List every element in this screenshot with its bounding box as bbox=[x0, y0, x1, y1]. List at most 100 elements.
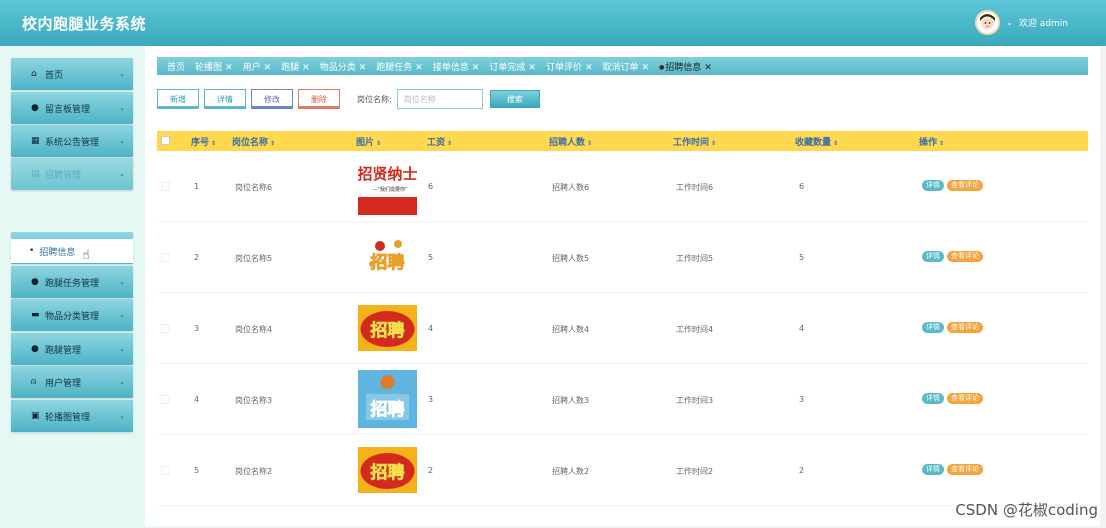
tab-5[interactable]: 物品分类 ✕ bbox=[320, 60, 367, 73]
sort-icon[interactable]: ⇕ bbox=[587, 140, 592, 147]
search-button[interactable]: 搜索 bbox=[489, 90, 540, 108]
sidebar-item-8[interactable]: ● 跑腿管理 ⌄ bbox=[11, 333, 133, 365]
sidebar-item-3[interactable]: ▦ 系统公告管理 ⌄ bbox=[11, 125, 133, 157]
sidebar-item-2[interactable]: ● 留言板管理 ⌄ bbox=[11, 92, 133, 124]
close-icon[interactable]: ✕ bbox=[302, 63, 310, 73]
sort-icon[interactable]: ⇕ bbox=[270, 140, 275, 147]
view-reviews-button[interactable]: 查看评论 bbox=[947, 180, 983, 191]
close-icon[interactable]: ✕ bbox=[642, 63, 650, 73]
column-header[interactable]: 序号 ⇕ bbox=[191, 135, 216, 148]
scrollbar[interactable] bbox=[1100, 46, 1106, 528]
cell-image[interactable]: 招聘 bbox=[358, 370, 417, 428]
tab-9[interactable]: 订单评价 ✕ bbox=[546, 60, 593, 73]
view-reviews-button[interactable]: 查看评论 bbox=[947, 464, 983, 475]
close-icon[interactable]: ✕ bbox=[704, 63, 712, 73]
sidebar-item-4[interactable]: ▤ 招聘管理 ⌄ bbox=[11, 158, 133, 190]
chevron-down-icon: ⌄ bbox=[119, 345, 125, 353]
detail-button[interactable]: 详情 bbox=[204, 89, 246, 109]
tab-7[interactable]: 接单信息 ✕ bbox=[433, 60, 480, 73]
view-reviews-button[interactable]: 查看评论 bbox=[947, 251, 983, 262]
close-icon[interactable]: ✕ bbox=[472, 63, 480, 73]
cell-image[interactable]: 招聘 bbox=[358, 441, 417, 499]
close-icon[interactable]: ✕ bbox=[585, 63, 593, 73]
select-all-checkbox[interactable] bbox=[161, 136, 170, 145]
sidebar-item-1[interactable]: ⌂ 首页 ⌄ bbox=[11, 58, 133, 90]
column-header[interactable]: 收藏数量 ⇕ bbox=[795, 135, 838, 148]
avatar[interactable] bbox=[975, 10, 1001, 35]
column-header[interactable]: 工资 ⇕ bbox=[427, 135, 452, 148]
submenu-recruitment-info[interactable]: • 招聘信息 bbox=[11, 239, 133, 263]
row-checkbox[interactable] bbox=[161, 182, 170, 191]
tab-3[interactable]: 用户 ✕ bbox=[243, 60, 272, 73]
cell-headcount: 招聘人数5 bbox=[552, 254, 590, 263]
detail-button[interactable]: 详情 bbox=[922, 322, 944, 333]
sidebar-item-label: 系统公告管理 bbox=[45, 137, 100, 148]
close-icon[interactable]: ✕ bbox=[359, 63, 367, 73]
add-button[interactable]: 新增 bbox=[157, 89, 199, 109]
column-header[interactable]: 图片 ⇕ bbox=[356, 135, 381, 148]
view-reviews-button[interactable]: 查看评论 bbox=[947, 393, 983, 404]
close-icon[interactable]: ✕ bbox=[415, 63, 423, 73]
close-icon[interactable]: ✕ bbox=[528, 63, 536, 73]
cell-image[interactable]: 招聘 bbox=[358, 299, 417, 357]
chevron-down-icon: ⌄ bbox=[119, 70, 125, 78]
column-header[interactable]: 招聘人数 ⇕ bbox=[549, 135, 592, 148]
sort-icon[interactable]: ⇕ bbox=[833, 140, 838, 147]
sidebar-item-9[interactable]: ⍝ 用户管理 ⌄ bbox=[11, 366, 133, 398]
table-row[interactable]: 5 岗位名称2 招聘 2 招聘人数2 工作时间2 2 详情 查看评论 bbox=[157, 435, 1088, 506]
column-header[interactable]: 岗位名称 ⇕ bbox=[232, 135, 275, 148]
tab-1[interactable]: 首页 bbox=[167, 60, 185, 73]
folder-icon: ▬ bbox=[31, 310, 40, 320]
table-body: 1 岗位名称6 招贤纳士 —“我们需要你” 6 招聘人数6 工作时间6 6 详情 查看评论 2 岗位名… bbox=[157, 151, 1088, 506]
edit-button[interactable]: 修改 bbox=[251, 89, 293, 109]
tab-4[interactable]: 跑腿 ✕ bbox=[281, 60, 310, 73]
recruitment-poster-image: 招聘 bbox=[358, 299, 417, 357]
tab-6[interactable]: 跑腿任务 ✕ bbox=[376, 60, 423, 73]
sidebar-item-7[interactable]: ▬ 物品分类管理 ⌄ bbox=[11, 299, 133, 331]
table-row[interactable]: 3 岗位名称4 招聘 4 招聘人数4 工作时间4 4 详情 查看评论 bbox=[157, 293, 1088, 364]
table-row[interactable]: 2 岗位名称5 招聘 5 招聘人数5 工作时间5 5 详情 查看评论 bbox=[157, 222, 1088, 293]
detail-button[interactable]: 详情 bbox=[922, 180, 944, 191]
sort-icon[interactable]: ⇕ bbox=[939, 140, 944, 147]
detail-button[interactable]: 详情 bbox=[922, 393, 944, 404]
row-checkbox[interactable] bbox=[161, 395, 170, 404]
view-reviews-button[interactable]: 查看评论 bbox=[947, 322, 983, 333]
close-icon[interactable]: ✕ bbox=[225, 63, 233, 73]
cell-image[interactable]: 招贤纳士 —“我们需要你” bbox=[358, 157, 417, 215]
table-row[interactable]: 1 岗位名称6 招贤纳士 —“我们需要你” 6 招聘人数6 工作时间6 6 详情 查看评论 bbox=[157, 151, 1088, 222]
tab-2[interactable]: 轮播图 ✕ bbox=[195, 60, 233, 73]
chevron-down-icon: ⌄ bbox=[119, 378, 125, 386]
sort-icon[interactable]: ⇕ bbox=[711, 140, 716, 147]
sidebar-item-10[interactable]: ▣ 轮播图管理 ⌄ bbox=[11, 400, 133, 432]
sort-icon[interactable]: ⇕ bbox=[376, 140, 381, 147]
cell-actions: 详情 查看评论 bbox=[922, 251, 986, 262]
close-icon[interactable]: ✕ bbox=[264, 63, 272, 73]
column-header[interactable]: 操作 ⇕ bbox=[919, 135, 944, 148]
cell-index: 1 bbox=[194, 182, 200, 191]
column-header[interactable]: 工作时间 ⇕ bbox=[673, 135, 716, 148]
tab-11[interactable]: ●招聘信息 ✕ bbox=[659, 60, 712, 73]
row-checkbox[interactable] bbox=[161, 466, 170, 475]
delete-button[interactable]: 删除 bbox=[298, 89, 340, 109]
image-icon: ▣ bbox=[31, 411, 40, 421]
active-dot-icon: ● bbox=[659, 63, 665, 71]
sort-icon[interactable]: ⇕ bbox=[447, 140, 452, 147]
chevron-down-icon: ⌄ bbox=[119, 170, 125, 178]
tab-10[interactable]: 取消订单 ✕ bbox=[603, 60, 650, 73]
sidebar-item-6[interactable]: ● 跑腿任务管理 ⌄ bbox=[11, 266, 133, 298]
table-row[interactable]: 4 岗位名称3 招聘 3 招聘人数3 工作时间3 3 详情 查看评论 bbox=[157, 364, 1088, 435]
chevron-down-icon[interactable]: ⌄ bbox=[1006, 18, 1013, 27]
user-menu[interactable]: ⌄ 欢迎 admin bbox=[975, 10, 1068, 35]
sort-icon[interactable]: ⇕ bbox=[211, 140, 216, 147]
tab-8[interactable]: 订单完成 ✕ bbox=[489, 60, 536, 73]
cell-actions: 详情 查看评论 bbox=[922, 322, 986, 333]
row-checkbox[interactable] bbox=[161, 324, 170, 333]
detail-button[interactable]: 详情 bbox=[922, 251, 944, 262]
sidebar-item-label: 跑腿任务管理 bbox=[45, 278, 100, 289]
poster-title: 招聘 bbox=[371, 252, 405, 273]
cell-image[interactable]: 招聘 bbox=[358, 228, 417, 286]
job-name-search-input[interactable]: 岗位名称 bbox=[396, 89, 483, 109]
cell-index: 3 bbox=[194, 324, 200, 333]
detail-button[interactable]: 详情 bbox=[922, 464, 944, 475]
row-checkbox[interactable] bbox=[161, 253, 170, 262]
